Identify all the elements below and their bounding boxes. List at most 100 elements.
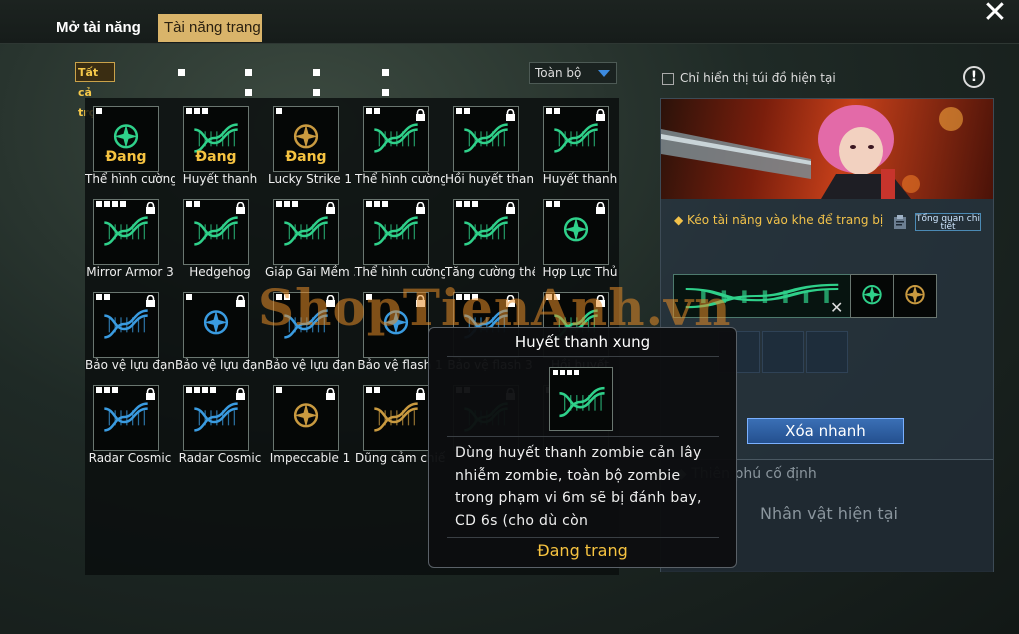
talent-slot[interactable]: Đang — [93, 106, 159, 172]
talent-card[interactable]: Bảo vệ lựu đạn — [85, 284, 175, 374]
talent-card[interactable]: Hợp Lực Thủ — [535, 191, 625, 281]
quick-clear-button[interactable]: Xóa nhanh — [747, 418, 904, 444]
rarity-dots — [96, 108, 104, 118]
talent-name: Thể hình cường — [355, 172, 445, 186]
lock-icon — [326, 202, 335, 214]
rarity-dots — [366, 201, 390, 211]
equipped-slot-2[interactable] — [850, 274, 894, 318]
filter-level-4[interactable] — [382, 62, 391, 136]
tooltip-divider — [447, 436, 719, 437]
tooltip-status: Đang trang — [537, 541, 628, 560]
lock-icon — [416, 109, 425, 121]
talent-slot[interactable] — [453, 199, 519, 265]
chevron-down-icon — [598, 70, 610, 77]
talent-card[interactable]: Impeccable 1 — [265, 377, 355, 467]
talent-name: Tăng cường thể — [445, 265, 535, 279]
talent-card[interactable]: Tăng cường thể — [445, 191, 535, 281]
talent-name: Bảo vệ lựu đạn — [175, 358, 265, 372]
drag-hint-text: Kéo tài năng vào khe để trang bị — [687, 213, 884, 227]
lock-icon — [506, 202, 515, 214]
rarity-dots — [546, 201, 562, 211]
talent-slot[interactable] — [93, 292, 159, 358]
talent-slot[interactable] — [543, 199, 609, 265]
tooltip-title: Huyết thanh xung — [514, 333, 651, 351]
remove-icon[interactable]: ✕ — [830, 298, 843, 317]
talent-card[interactable]: Thể hình cường — [355, 98, 445, 188]
filter-level-3[interactable] — [313, 62, 322, 116]
rarity-dots — [96, 387, 120, 397]
equipped-slot-3[interactable] — [893, 274, 937, 318]
talent-name: Lucky Strike 1 — [267, 172, 353, 186]
talent-card[interactable]: Hedgehog — [175, 191, 265, 281]
talent-card[interactable]: Huyết thanh — [535, 98, 625, 188]
talent-card[interactable]: Đang Huyết thanh — [175, 98, 265, 188]
talent-slot[interactable] — [183, 385, 249, 451]
rarity-dots — [96, 201, 128, 211]
lock-icon — [506, 109, 515, 121]
overview-button[interactable]: Tổng quan chi tiết — [915, 213, 981, 232]
checkbox-box[interactable] — [662, 72, 674, 85]
talent-slot[interactable] — [273, 385, 339, 451]
tab-open-talent[interactable]: Mở tài năng — [50, 14, 147, 42]
talent-name: Huyết thanh — [542, 172, 618, 186]
lock-icon — [596, 202, 605, 214]
talent-name: Bảo vệ lựu đạn — [85, 358, 175, 372]
dna-icon — [559, 386, 605, 418]
talent-slot[interactable] — [93, 199, 159, 265]
tooltip-divider — [447, 537, 719, 538]
empty-slot[interactable] — [806, 331, 848, 373]
talent-slot[interactable] — [453, 106, 519, 172]
lock-icon — [416, 388, 425, 400]
talent-card[interactable]: Mirror Armor 3 — [85, 191, 175, 281]
talent-card[interactable]: Bảo vệ lựu đạn — [175, 284, 265, 374]
talent-card[interactable]: Thể hình cường — [355, 191, 445, 281]
tooltip-talent-icon — [549, 367, 613, 431]
talent-slot[interactable]: Đang — [273, 106, 339, 172]
talent-card[interactable]: Đang Lucky Strike 1 — [265, 98, 355, 188]
talent-slot[interactable] — [363, 199, 429, 265]
filter-level-2[interactable] — [245, 62, 254, 96]
rarity-dots — [276, 387, 284, 397]
talent-name: Huyết thanh — [182, 172, 258, 186]
talent-slot[interactable] — [273, 199, 339, 265]
talent-card[interactable]: Radar Cosmic — [85, 377, 175, 467]
lock-icon — [416, 202, 425, 214]
empty-slot[interactable] — [762, 331, 804, 373]
talent-card[interactable]: Radar Cosmic — [175, 377, 265, 467]
talent-name: Hồi huyết thanh — [445, 172, 535, 186]
checkbox-label: Chỉ hiển thị túi đồ hiện tại — [680, 71, 836, 85]
character-portrait-art — [661, 105, 963, 199]
top-bar — [0, 0, 1019, 44]
rarity-dots — [186, 201, 202, 211]
talent-slot[interactable] — [183, 199, 249, 265]
filter-level-1[interactable] — [178, 62, 187, 82]
talent-slot[interactable] — [183, 292, 249, 358]
character-banner — [661, 99, 993, 199]
rarity-dots — [96, 294, 112, 304]
talent-card[interactable]: Giáp Gai Mềm 3 — [265, 191, 355, 281]
clipboard-icon[interactable] — [892, 214, 908, 230]
talent-card[interactable]: Hồi huyết thanh — [445, 98, 535, 188]
talent-card[interactable]: Đang Thể hình cường — [85, 98, 175, 188]
rarity-dots — [366, 108, 382, 118]
show-current-bag-checkbox[interactable]: Chỉ hiển thị túi đồ hiện tại — [662, 71, 836, 85]
close-icon[interactable]: ✕ — [980, 0, 1010, 28]
talent-slot[interactable] — [543, 106, 609, 172]
talent-slot[interactable] — [363, 106, 429, 172]
info-icon[interactable]: ! — [963, 66, 985, 88]
talent-slot[interactable]: Đang — [183, 106, 249, 172]
drag-hint: ◆ Kéo tài năng vào khe để trang bị — [674, 213, 884, 227]
lock-icon — [146, 295, 155, 307]
tab-equip-talent[interactable]: Tài năng trang — [158, 14, 262, 42]
rarity-dots — [186, 294, 194, 304]
talent-slot[interactable] — [93, 385, 159, 451]
category-dropdown[interactable]: Toàn bộ — [529, 62, 617, 84]
rarity-dots — [186, 108, 210, 118]
talent-slot[interactable] — [363, 385, 429, 451]
current-character-label: Nhân vật hiện tại — [760, 504, 898, 523]
tooltip-divider — [447, 356, 719, 357]
lock-icon — [236, 388, 245, 400]
rarity-dots — [276, 108, 284, 118]
lock-icon — [236, 202, 245, 214]
filter-all[interactable]: Tất cả trọng — [75, 62, 115, 119]
